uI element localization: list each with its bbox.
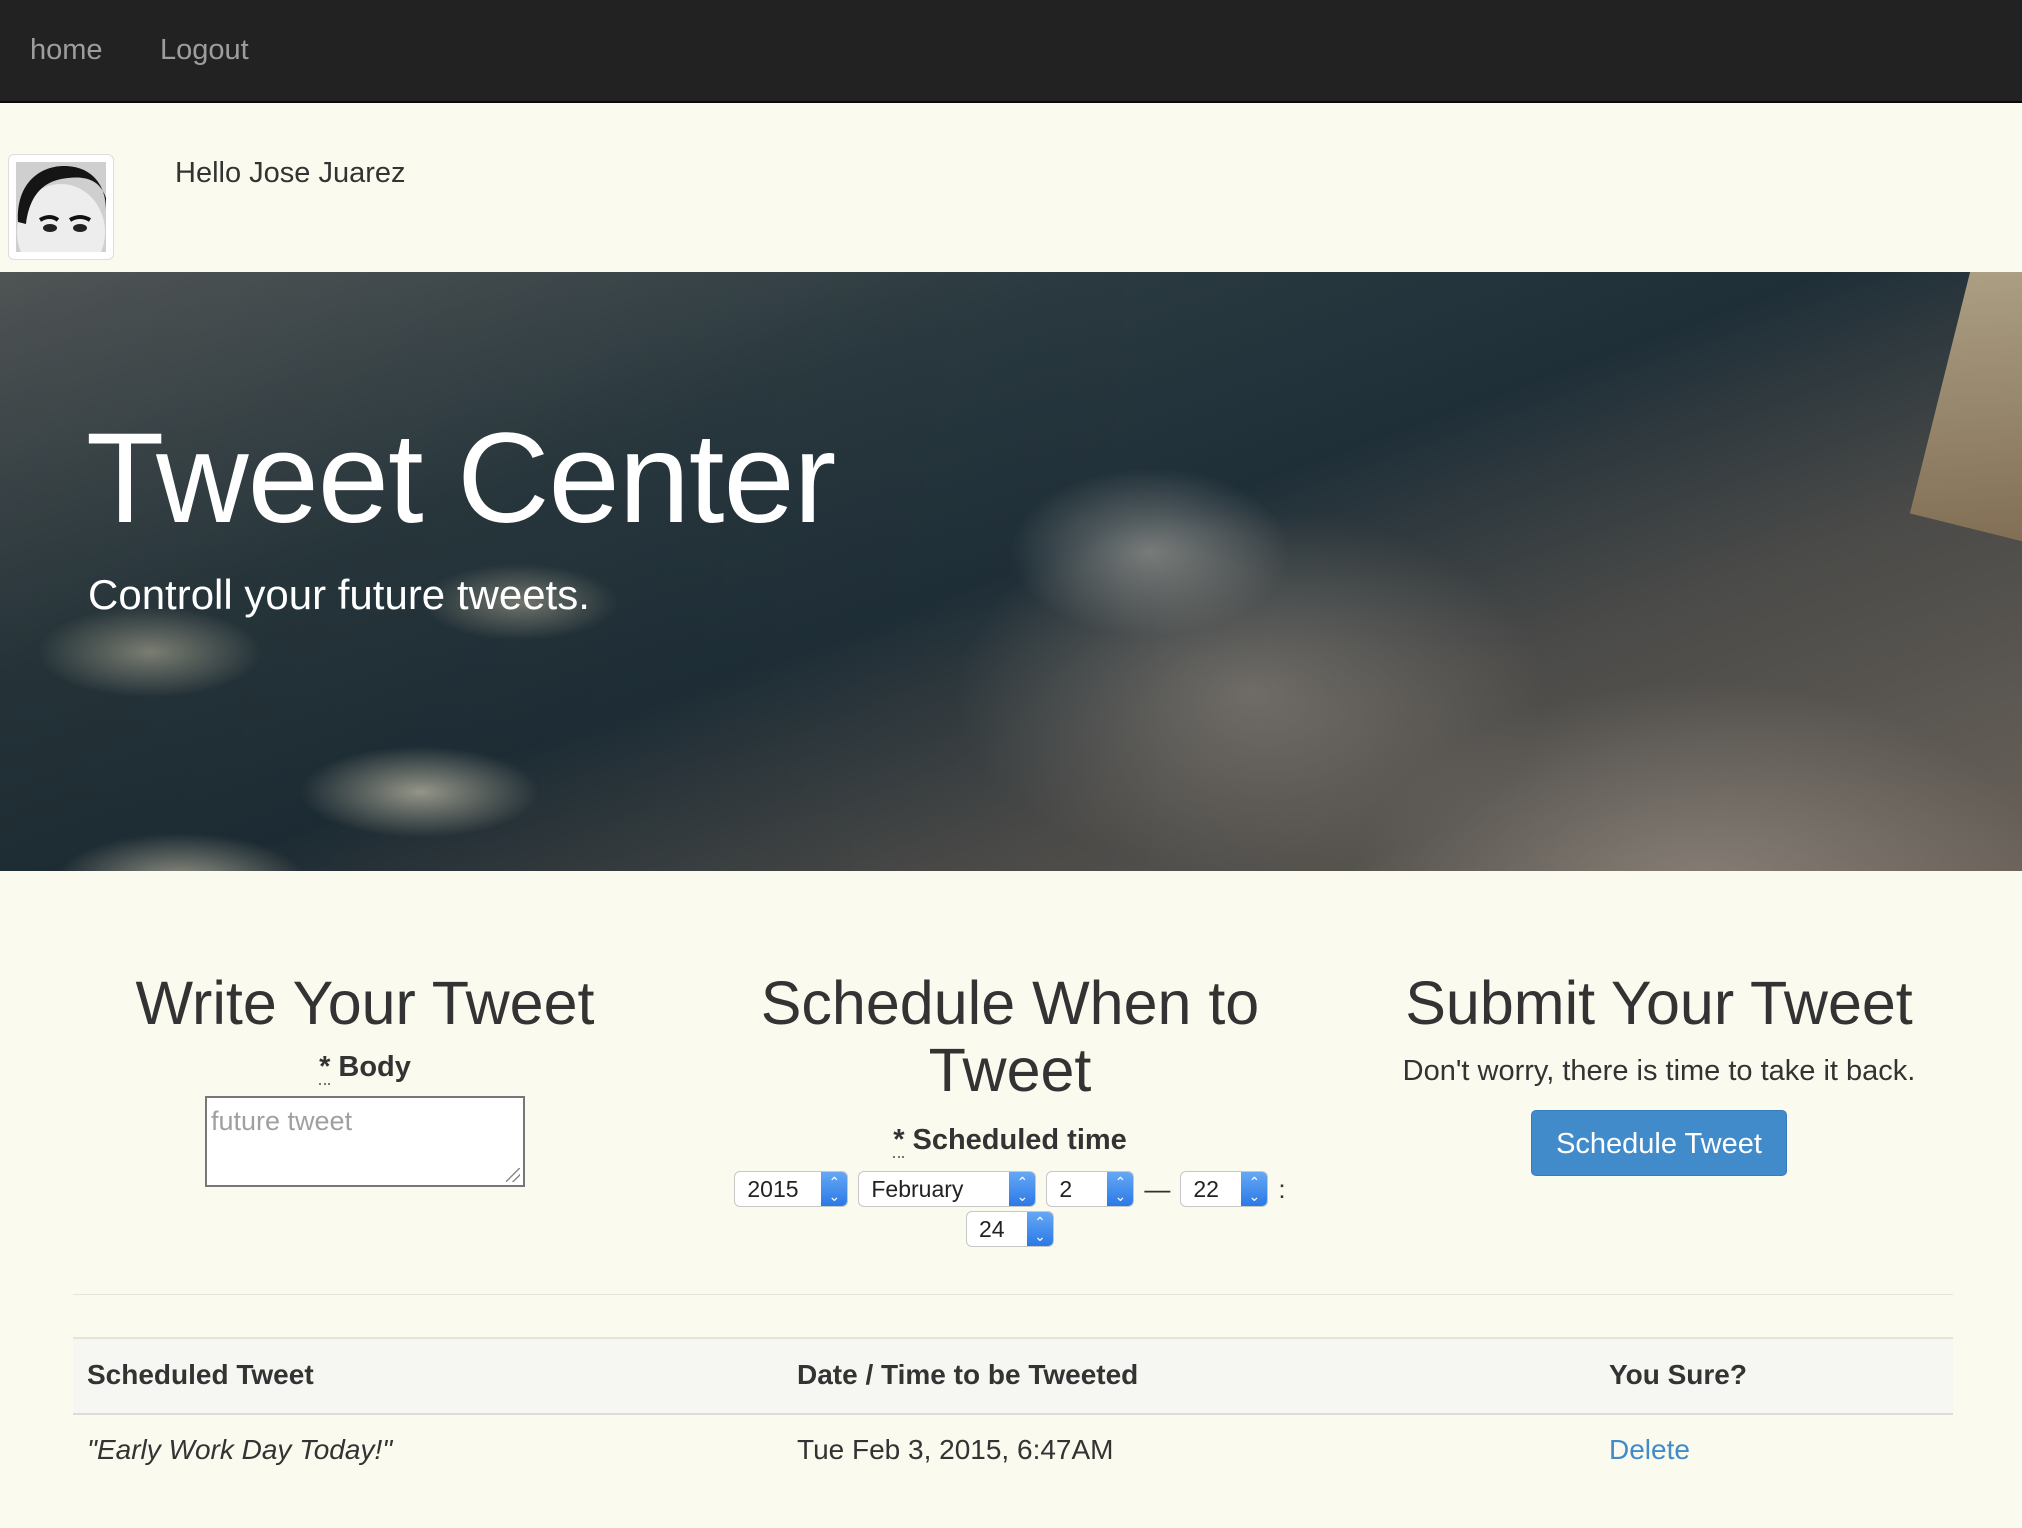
select-arrows-icon: ⌃ ⌄ [1107,1172,1134,1206]
month-select[interactable]: February ⌃ ⌄ [858,1171,1037,1207]
year-select[interactable]: 2015 ⌃ ⌄ [734,1171,849,1207]
select-arrows-icon: ⌃ ⌄ [821,1172,848,1206]
table-header: Scheduled Tweet Date / Time to be Tweete… [73,1337,1953,1415]
hero-banner: Tweet Center Controll your future tweets… [0,272,2022,871]
avatar-face-icon [16,162,106,252]
schedule-heading: Schedule When to Tweet [760,969,1260,1104]
select-arrows-icon: ⌃ ⌄ [1009,1172,1036,1206]
scheduled-time-label-text: Scheduled time [912,1124,1127,1156]
minute-row: 24 ⌃ ⌄ [700,1211,1320,1247]
datetime-selects: 2015 ⌃ ⌄ February ⌃ ⌄ 2 ⌃ ⌄ — 22 ⌃ ⌄ : [700,1171,1320,1207]
tweet-body-input[interactable]: future tweet [205,1096,525,1187]
submit-section: Submit Your Tweet Don't worry, there is … [1349,970,1969,1176]
submit-heading: Submit Your Tweet [1405,969,1913,1037]
year-value: 2015 [747,1176,799,1202]
minute-value: 24 [979,1216,1005,1242]
schedule-tweet-button[interactable]: Schedule Tweet [1531,1110,1787,1176]
nav-logout-link[interactable]: Logout [160,34,249,67]
scheduled-time-label: * Scheduled time [700,1124,1320,1158]
nav-home-link[interactable]: home [30,34,103,67]
select-arrows-icon: ⌃ ⌄ [1241,1172,1268,1206]
minute-select[interactable]: 24 ⌃ ⌄ [966,1211,1054,1247]
navbar: home Logout [0,0,2022,103]
header-datetime: Date / Time to be Tweeted [797,1359,1139,1390]
delete-link[interactable]: Delete [1609,1434,1690,1465]
tweet-body-placeholder: future tweet [211,1106,353,1136]
time-separator: : [1278,1173,1286,1204]
month-value: February [871,1176,964,1202]
write-tweet-section: Write Your Tweet * Body future tweet [55,970,675,1187]
tweet-cell: "Early Work Day Today!" [87,1434,392,1466]
date-time-separator: — [1144,1173,1171,1204]
header-scheduled-tweet: Scheduled Tweet [87,1359,314,1390]
action-cell: Delete [1609,1434,1690,1466]
required-marker: * [319,1051,331,1085]
resize-handle-icon[interactable] [506,1168,520,1182]
write-heading: Write Your Tweet [135,969,595,1037]
submit-note: Don't worry, there is time to take it ba… [1402,1055,1916,1087]
hero-title: Tweet Center [86,407,836,550]
hour-value: 22 [1193,1176,1219,1202]
table-row: "Early Work Day Today!" Tue Feb 3, 2015,… [73,1415,1953,1489]
avatar [8,154,114,260]
schedule-section: Schedule When to Tweet * Scheduled time 2… [700,970,1320,1247]
scheduled-tweets-table: Scheduled Tweet Date / Time to be Tweete… [73,1337,1953,1489]
day-select[interactable]: 2 ⌃ ⌄ [1046,1171,1135,1207]
datetime-cell: Tue Feb 3, 2015, 6:47AM [797,1434,1114,1465]
avatar-image [16,162,106,252]
greeting-text: Hello Jose Juarez [175,157,406,189]
tweet-text: "Early Work Day Today!" [87,1434,393,1465]
select-arrows-icon: ⌃ ⌄ [1027,1212,1053,1246]
required-marker: * [893,1124,905,1158]
body-label: * Body [55,1051,675,1085]
hour-select[interactable]: 22 ⌃ ⌄ [1180,1171,1269,1207]
body-label-text: Body [338,1051,411,1083]
hero-subtitle: Controll your future tweets. [88,571,590,618]
divider [73,1294,1953,1295]
day-value: 2 [1059,1176,1073,1202]
header-you-sure: You Sure? [1609,1359,1747,1390]
